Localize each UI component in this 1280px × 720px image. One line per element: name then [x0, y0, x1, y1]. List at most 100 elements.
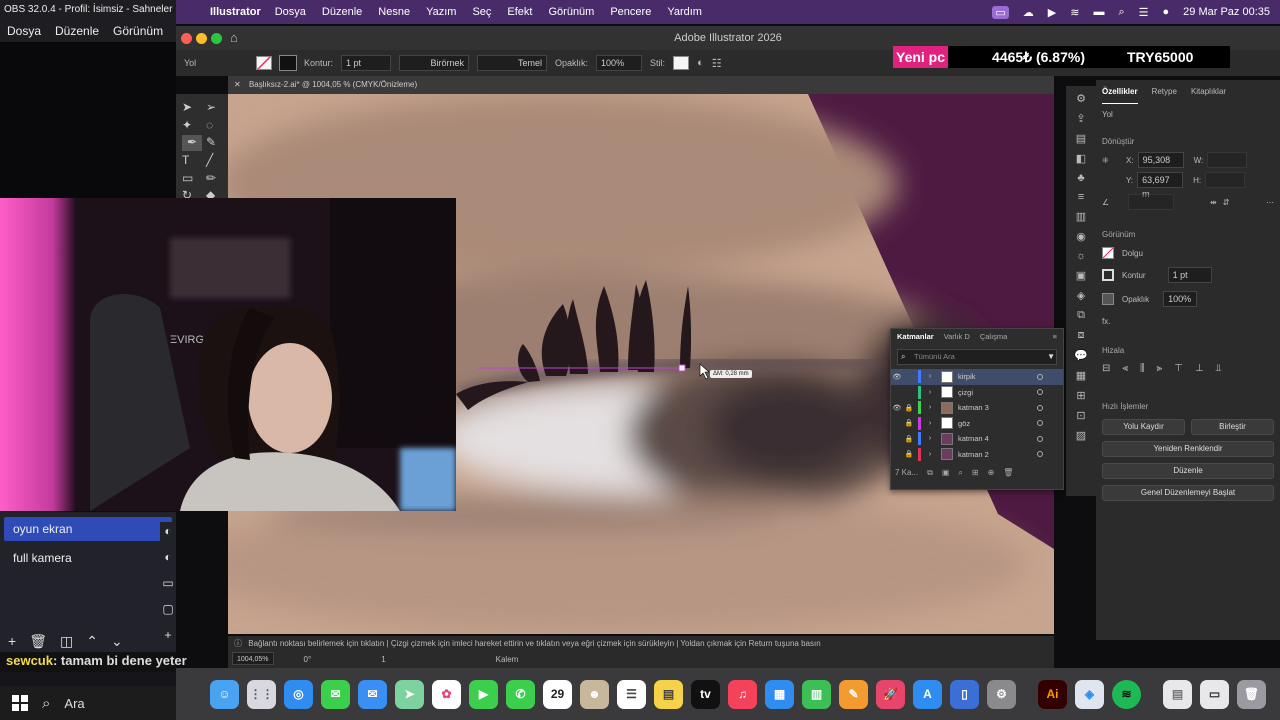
- lock-icon[interactable]: 🔒: [903, 404, 915, 412]
- source-eye-icon[interactable]: ◐: [164, 550, 171, 564]
- target-circle-icon[interactable]: [1037, 420, 1043, 427]
- layer-row[interactable]: 🔒 › katman 2: [891, 447, 1063, 463]
- opacity-prop-field[interactable]: 100%: [1163, 291, 1198, 307]
- tab-layers[interactable]: Katmanlar: [897, 329, 934, 345]
- tab-asset-export[interactable]: Varlık D: [944, 329, 970, 345]
- menu-item-view[interactable]: Görünüm: [548, 6, 594, 18]
- expand-chevron-icon[interactable]: ›: [924, 373, 936, 380]
- rocket-app-icon[interactable]: 🚀: [876, 679, 905, 709]
- transform-panel-icon[interactable]: ⊞: [1076, 389, 1085, 402]
- export-panel-icon[interactable]: ⇪: [1076, 112, 1085, 125]
- layers-search-input[interactable]: Tümünü Ara: [897, 349, 1057, 365]
- control-center-icon[interactable]: ☰: [1139, 6, 1149, 19]
- arrange-button[interactable]: Düzenle: [1102, 463, 1274, 479]
- layer-row[interactable]: 👁 › kirpik: [891, 369, 1063, 385]
- pathfinder-panel-icon[interactable]: ⊡: [1076, 409, 1085, 422]
- panel-menu-icon[interactable]: ≡: [1053, 329, 1057, 345]
- menu-item-window[interactable]: Pencere: [610, 6, 651, 18]
- wifi-icon[interactable]: ≋: [1070, 6, 1079, 19]
- tab-artboards[interactable]: Çalışma: [980, 329, 1008, 345]
- pages-icon[interactable]: ✎: [839, 679, 868, 709]
- rotate-field[interactable]: [1128, 194, 1174, 210]
- facetime-icon[interactable]: ▶: [469, 679, 498, 709]
- artboards-panel-icon[interactable]: ▣: [1076, 269, 1086, 282]
- downloads-folder-icon[interactable]: ▭: [1200, 679, 1229, 709]
- windows-start-icon[interactable]: [12, 695, 28, 711]
- locate-object-icon[interactable]: ⌕: [958, 468, 962, 478]
- layer-name[interactable]: göz: [958, 419, 970, 428]
- cloud-icon[interactable]: ☁: [1023, 6, 1034, 19]
- graphic-styles-icon[interactable]: ☼: [1076, 250, 1086, 262]
- reference-point-icon[interactable]: ⁜: [1102, 156, 1122, 165]
- align-icon[interactable]: ☷: [712, 57, 722, 70]
- appearance-panel-icon[interactable]: ◉: [1076, 230, 1086, 243]
- scene-item[interactable]: full kamera: [4, 546, 172, 570]
- battery-icon[interactable]: ▬: [1093, 6, 1104, 18]
- artboard-number[interactable]: 1: [381, 652, 385, 668]
- pen-tool-icon[interactable]: ✒: [182, 135, 202, 151]
- links-panel-icon[interactable]: ⧉: [1077, 309, 1085, 322]
- align-to-icon[interactable]: ⊟: [1102, 363, 1110, 374]
- target-circle-icon[interactable]: [1037, 389, 1043, 396]
- gradient-panel-icon[interactable]: ▥: [1076, 210, 1086, 223]
- siri-icon[interactable]: ●: [1163, 6, 1170, 18]
- paintbrush-tool-icon[interactable]: ✏: [206, 171, 226, 187]
- rectangle-tool-icon[interactable]: ▭: [182, 171, 202, 187]
- color-panel-icon[interactable]: ◧: [1076, 152, 1086, 165]
- menubar-clock[interactable]: 29 Mar Paz 00:35: [1183, 6, 1270, 18]
- window-zoom-button[interactable]: [211, 33, 222, 44]
- target-circle-icon[interactable]: [1037, 373, 1043, 380]
- lock-icon[interactable]: 🔒: [903, 435, 915, 443]
- menu-item-help[interactable]: Yardım: [667, 6, 702, 18]
- visibility-eye-icon[interactable]: 👁: [891, 373, 903, 381]
- home-icon[interactable]: ⌂: [230, 30, 238, 45]
- recolor-icon[interactable]: ◐: [697, 57, 704, 69]
- expand-chevron-icon[interactable]: ›: [924, 435, 936, 442]
- taskbar-search-label[interactable]: Ara: [64, 696, 84, 711]
- layer-row[interactable]: 🔒 › katman 4: [891, 431, 1063, 447]
- sublayer-icon[interactable]: ⊞: [972, 468, 979, 478]
- appearance-fill-swatch[interactable]: [1102, 247, 1114, 259]
- window-minimize-button[interactable]: [196, 33, 207, 44]
- notes-icon[interactable]: ▤: [654, 679, 683, 709]
- layer-name[interactable]: katman 4: [958, 434, 989, 443]
- stroke-weight-prop[interactable]: 1 pt: [1167, 267, 1212, 283]
- brush-select[interactable]: Temel: [477, 55, 548, 71]
- obs-menu-view[interactable]: Görünüm: [113, 20, 163, 42]
- move-up-icon[interactable]: ⌃: [86, 630, 98, 652]
- tab-retype[interactable]: Retype: [1152, 80, 1177, 104]
- layer-row[interactable]: 👁 🔒 › katman 3: [891, 400, 1063, 416]
- launchpad-icon[interactable]: ⋮⋮: [247, 679, 276, 709]
- trash-icon[interactable]: 🗑: [1237, 679, 1266, 709]
- source-lock-icon[interactable]: ◐: [164, 524, 171, 538]
- expand-chevron-icon[interactable]: ›: [924, 404, 936, 411]
- layer-name[interactable]: katman 3: [958, 403, 989, 412]
- layer-row[interactable]: 🔒 › göz: [891, 416, 1063, 432]
- add-scene-icon[interactable]: +: [8, 630, 16, 652]
- numbers-icon[interactable]: ▥: [802, 679, 831, 709]
- menu-item-file[interactable]: Dosya: [275, 6, 306, 18]
- fx-button[interactable]: fx.: [1102, 317, 1274, 326]
- offset-path-button[interactable]: Yolu Kaydır: [1102, 419, 1185, 435]
- target-circle-icon[interactable]: [1037, 451, 1043, 458]
- obs-menu-edit[interactable]: Düzenle: [55, 20, 99, 42]
- tab-libraries[interactable]: Kitaplıklar: [1191, 80, 1226, 104]
- spotify-icon[interactable]: ≋: [1112, 679, 1141, 709]
- lock-icon[interactable]: 🔒: [903, 450, 915, 458]
- source-window-icon[interactable]: ▢: [162, 602, 173, 616]
- scene-item[interactable]: oyun ekran: [4, 517, 172, 541]
- stroke-panel-icon[interactable]: ≡: [1078, 191, 1084, 203]
- appearance-stroke-swatch[interactable]: [1102, 269, 1114, 281]
- document-tab[interactable]: ✕ Başlıksız-2.ai* @ 1004,05 % (CMYK/Öniz…: [228, 76, 1054, 94]
- visibility-eye-icon[interactable]: 👁: [891, 404, 903, 412]
- lasso-tool-icon[interactable]: ◌: [206, 118, 226, 134]
- fill-swatch[interactable]: [256, 56, 272, 70]
- new-layer-icon[interactable]: ⊕: [988, 468, 995, 478]
- play-icon[interactable]: ▶: [1048, 6, 1056, 19]
- contacts-icon[interactable]: ☻: [580, 679, 609, 709]
- y-field[interactable]: 63,697 m: [1137, 172, 1184, 199]
- menu-item-effect[interactable]: Efekt: [507, 6, 532, 18]
- align-center-icon[interactable]: ⫼: [1140, 363, 1145, 374]
- selection-tool-icon[interactable]: ➤: [182, 100, 202, 116]
- menu-item-select[interactable]: Seç: [472, 6, 491, 18]
